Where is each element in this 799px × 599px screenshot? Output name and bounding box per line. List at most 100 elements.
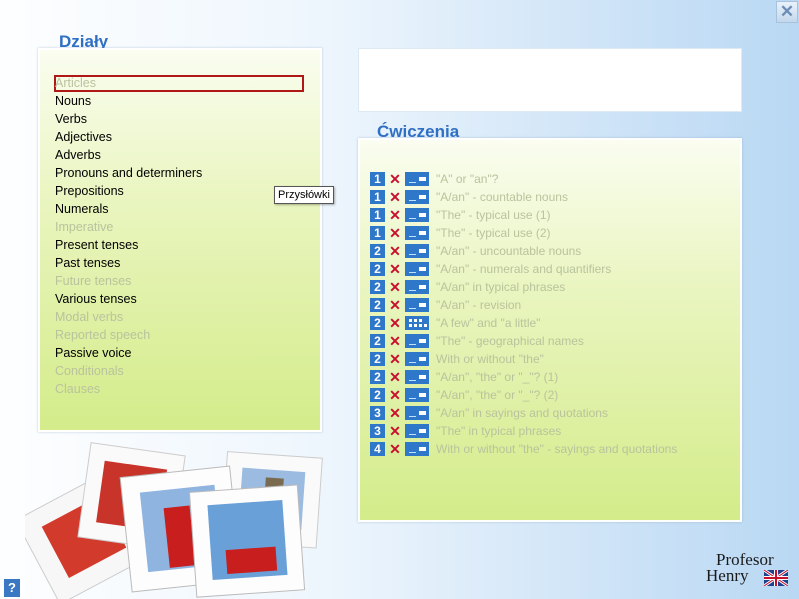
- exercise-title[interactable]: "A/an" - numerals and quantifiers: [436, 262, 611, 276]
- level-badge: 2: [370, 298, 385, 312]
- exercise-row: 2 ✕ With or without "the": [370, 350, 677, 368]
- blank-line: [409, 308, 416, 309]
- exercise-row: 3 ✕ "The" in typical phrases: [370, 422, 677, 440]
- answer-block: [419, 267, 426, 271]
- not-done-icon: ✕: [389, 243, 401, 259]
- grid-dot: [419, 324, 422, 327]
- blank-line: [409, 416, 416, 417]
- section-item: Future tenses: [55, 274, 132, 288]
- fill-in-exercise-icon: [405, 208, 429, 222]
- exercise-title[interactable]: "A/an" - uncountable nouns: [436, 244, 581, 258]
- exercise-title[interactable]: With or without "the" - sayings and quot…: [436, 442, 677, 456]
- exercise-row: 2 ✕ "A few" and "a little": [370, 314, 677, 332]
- not-done-icon: ✕: [389, 423, 401, 439]
- exercise-title[interactable]: "The" in typical phrases: [436, 424, 561, 438]
- sections-panel: Articles Nouns Verbs Adjectives Adverbs Prono…: [38, 48, 322, 432]
- blank-line: [409, 218, 416, 219]
- exercise-row: 4 ✕ With or without "the" - sayings and qu…: [370, 440, 677, 458]
- exercise-row: 1 ✕ "A/an" - countable nouns: [370, 188, 677, 206]
- exercise-row: 2 ✕ "A/an" - numerals and quantifiers: [370, 260, 677, 278]
- exercise-row: 2 ✕ "A/an", "the" or "_"? (2): [370, 386, 677, 404]
- fill-in-exercise-icon: [405, 352, 429, 366]
- section-item[interactable]: Present tenses: [55, 236, 202, 254]
- not-done-icon: ✕: [389, 261, 401, 277]
- exercise-title[interactable]: "A/an", "the" or "_"? (2): [436, 388, 558, 402]
- section-item[interactable]: Prepositions: [55, 182, 202, 200]
- exercise-title[interactable]: "A" or "an"?: [436, 172, 498, 186]
- section-item[interactable]: Past tenses: [55, 254, 202, 272]
- exercise-row: 3 ✕ "A/an" in sayings and quotations: [370, 404, 677, 422]
- fill-in-exercise-icon: [405, 244, 429, 258]
- not-done-icon: ✕: [389, 189, 401, 205]
- blank-line: [409, 290, 416, 291]
- level-badge: 1: [370, 226, 385, 240]
- level-badge: 3: [370, 406, 385, 420]
- fill-in-exercise-icon: [405, 226, 429, 240]
- fill-in-exercise-icon: [405, 172, 429, 186]
- fill-in-exercise-icon: [405, 442, 429, 456]
- section-item: Imperative: [55, 220, 114, 234]
- blank-line: [409, 272, 416, 273]
- fill-in-exercise-icon: [405, 262, 429, 276]
- not-done-icon: ✕: [389, 225, 401, 241]
- exercise-title[interactable]: "A/an", "the" or "_"? (1): [436, 370, 558, 384]
- section-item[interactable]: Pronouns and determiners: [55, 164, 202, 182]
- section-item[interactable]: Adjectives: [55, 128, 202, 146]
- fill-in-exercise-icon: [405, 388, 429, 402]
- section-item[interactable]: Adverbs: [55, 146, 202, 164]
- exercise-row: 2 ✕ "A/an" in typical phrases: [370, 278, 677, 296]
- grid-dot: [414, 324, 417, 327]
- exercise-title[interactable]: "The" - typical use (2): [436, 226, 551, 240]
- section-item[interactable]: Numerals: [55, 200, 202, 218]
- fill-in-exercise-icon: [405, 334, 429, 348]
- help-button[interactable]: ?: [4, 579, 20, 597]
- section-item[interactable]: Passive voice: [55, 344, 202, 362]
- exercise-title[interactable]: "A/an" - revision: [436, 298, 521, 312]
- not-done-icon: ✕: [389, 171, 401, 187]
- level-badge: 4: [370, 442, 385, 456]
- blank-line: [409, 362, 416, 363]
- not-done-icon: ✕: [389, 315, 401, 331]
- not-done-icon: ✕: [389, 279, 401, 295]
- exercise-title[interactable]: "A few" and "a little": [436, 316, 540, 330]
- exercise-title[interactable]: "The" - typical use (1): [436, 208, 551, 222]
- exercise-row: 2 ✕ "A/an", "the" or "_"? (1): [370, 368, 677, 386]
- fill-in-exercise-icon: [405, 190, 429, 204]
- level-badge: 1: [370, 172, 385, 186]
- exercise-row: 1 ✕ "The" - typical use (2): [370, 224, 677, 242]
- level-badge: 2: [370, 262, 385, 276]
- answer-block: [419, 447, 426, 451]
- blank-line: [409, 344, 416, 345]
- answer-block: [419, 303, 426, 307]
- exercise-title[interactable]: With or without "the": [436, 352, 544, 366]
- uk-flag-icon: [764, 570, 788, 586]
- close-button[interactable]: ✕: [776, 1, 798, 23]
- exercises-panel: 1 ✕ "A" or "an"? 1 ✕ "A/an" - countable nouns…: [358, 138, 742, 522]
- not-done-icon: ✕: [389, 297, 401, 313]
- tooltip: Przysłówki: [274, 186, 334, 204]
- section-item: Articles: [55, 76, 96, 90]
- answer-block: [419, 339, 426, 343]
- exercise-title[interactable]: "A/an" in sayings and quotations: [436, 406, 608, 420]
- blank-line: [409, 398, 416, 399]
- section-item[interactable]: Nouns: [55, 92, 202, 110]
- level-badge: 1: [370, 208, 385, 222]
- fill-in-exercise-icon: [405, 280, 429, 294]
- answer-block: [419, 249, 426, 253]
- section-item: Clauses: [55, 382, 101, 396]
- exercise-title[interactable]: "A/an" in typical phrases: [436, 280, 565, 294]
- exercises-list: 1 ✕ "A" or "an"? 1 ✕ "A/an" - countable nouns…: [370, 170, 677, 458]
- grid-dot: [414, 319, 417, 322]
- section-item[interactable]: Various tenses: [55, 290, 202, 308]
- answer-block: [419, 177, 426, 181]
- exercise-title[interactable]: "A/an" - countable nouns: [436, 190, 568, 204]
- level-badge: 2: [370, 352, 385, 366]
- fill-in-exercise-icon: [405, 298, 429, 312]
- section-item[interactable]: Verbs: [55, 110, 202, 128]
- not-done-icon: ✕: [389, 387, 401, 403]
- grid-exercise-icon: [405, 316, 429, 330]
- blank-line: [409, 182, 416, 183]
- answer-block: [419, 285, 426, 289]
- exercise-title[interactable]: "The" - geographical names: [436, 334, 584, 348]
- level-badge: 3: [370, 424, 385, 438]
